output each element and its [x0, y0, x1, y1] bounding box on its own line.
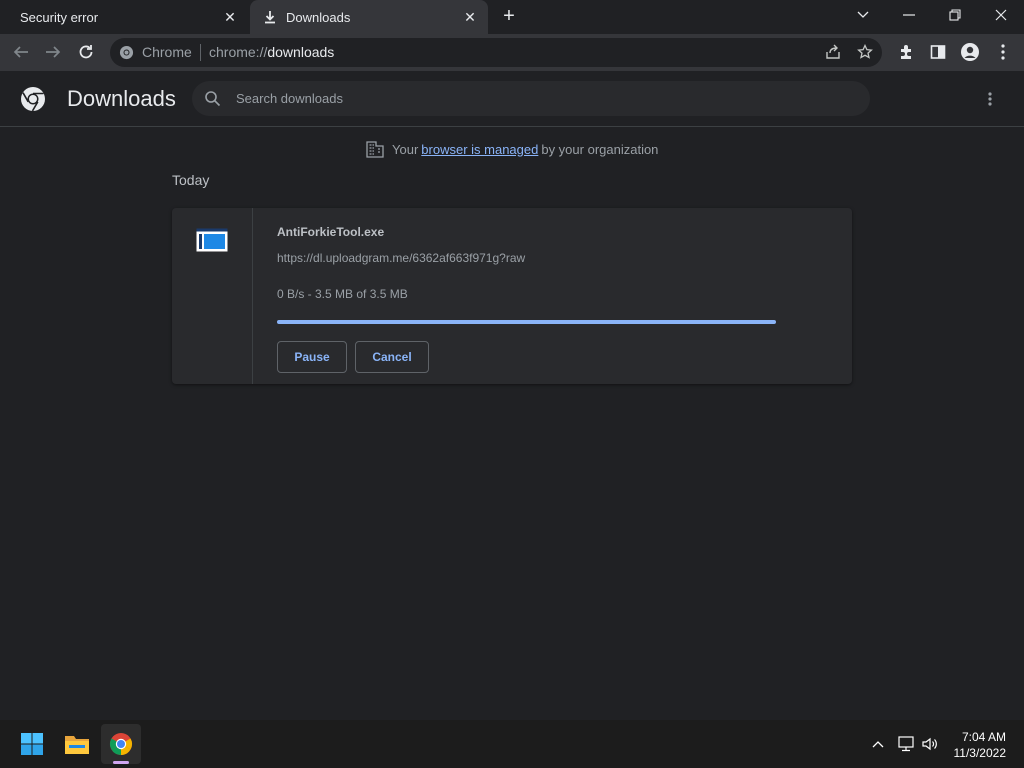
cancel-button[interactable]: Cancel	[355, 341, 429, 373]
forward-icon[interactable]	[41, 40, 65, 64]
managed-suffix: by your organization	[541, 141, 659, 157]
taskbar: 7:04 AM 11/3/2022	[0, 720, 1024, 768]
search-icon	[205, 91, 221, 107]
exe-file-icon	[196, 228, 228, 252]
volume-icon[interactable]	[920, 734, 940, 754]
chevron-down-icon[interactable]	[848, 4, 878, 26]
tab-title: Downloads	[286, 9, 351, 25]
profile-icon[interactable]	[958, 40, 982, 64]
taskbar-clock[interactable]: 7:04 AM 11/3/2022	[954, 729, 1007, 761]
close-window-icon[interactable]	[986, 4, 1016, 26]
building-icon	[366, 141, 384, 158]
url-prefix: chrome://	[209, 44, 268, 60]
restore-icon[interactable]	[940, 4, 970, 26]
chrome-logo-icon	[21, 87, 45, 112]
active-app-indicator	[113, 761, 129, 764]
more-vert-icon[interactable]	[980, 89, 1000, 109]
omnibox[interactable]: Chrome chrome://downloads	[110, 38, 882, 67]
omnibox-separator	[200, 44, 201, 61]
url-host: downloads	[267, 44, 335, 60]
download-progress-bar	[277, 320, 776, 324]
search-box[interactable]	[192, 81, 870, 116]
tab-title: Security error	[20, 9, 99, 25]
page-title: Downloads	[67, 86, 176, 111]
more-vert-icon[interactable]	[991, 40, 1015, 64]
date-section-label: Today	[172, 172, 210, 188]
minimize-icon[interactable]	[894, 4, 924, 26]
tab-downloads[interactable]: Downloads ✕	[250, 0, 488, 34]
file-explorer-icon[interactable]	[57, 724, 97, 764]
download-item: AntiForkieTool.exe https://dl.uploadgram…	[172, 208, 852, 384]
browser-managed-link[interactable]: browser is managed	[421, 142, 538, 157]
windows-start-icon[interactable]	[12, 724, 52, 764]
reload-icon[interactable]	[74, 40, 98, 64]
file-name-link[interactable]: AntiForkieTool.exe	[277, 225, 384, 239]
extensions-icon[interactable]	[894, 40, 918, 64]
share-icon[interactable]	[825, 44, 841, 65]
clock-date: 11/3/2022	[953, 746, 1007, 760]
network-icon[interactable]	[896, 734, 916, 754]
omnibox-url[interactable]: chrome://downloads	[209, 44, 334, 60]
file-source-url[interactable]: https://dl.uploadgram.me/6362af663f971g?…	[277, 251, 525, 265]
star-icon[interactable]	[857, 43, 873, 65]
close-icon[interactable]: ✕	[222, 9, 238, 25]
download-status: 0 B/s - 3.5 MB of 3.5 MB	[277, 287, 408, 301]
downloads-header: Downloads	[0, 71, 1024, 127]
plus-icon[interactable]: +	[498, 6, 520, 27]
omnibox-scheme-label: Chrome	[142, 44, 192, 60]
chevron-up-icon[interactable]	[868, 734, 888, 754]
managed-prefix: Your	[392, 141, 419, 157]
pause-button[interactable]: Pause	[277, 341, 347, 373]
close-icon[interactable]: ✕	[462, 9, 478, 25]
progress-fill	[277, 320, 776, 324]
download-icon	[262, 9, 278, 25]
toolbar: Chrome chrome://downloads	[0, 34, 1024, 71]
tab-security-error[interactable]: Security error ✕	[0, 0, 248, 34]
card-divider	[252, 208, 253, 384]
chrome-app-icon[interactable]	[101, 724, 141, 764]
chrome-logo-icon	[119, 45, 134, 60]
side-panel-icon[interactable]	[926, 40, 950, 64]
search-input[interactable]	[236, 81, 836, 116]
clock-time: 7:04 AM	[961, 730, 1006, 744]
back-icon[interactable]	[9, 40, 33, 64]
managed-banner: Your browser is managed by your organiza…	[366, 140, 658, 158]
tab-strip: Security error ✕ Downloads ✕ +	[0, 0, 1024, 34]
